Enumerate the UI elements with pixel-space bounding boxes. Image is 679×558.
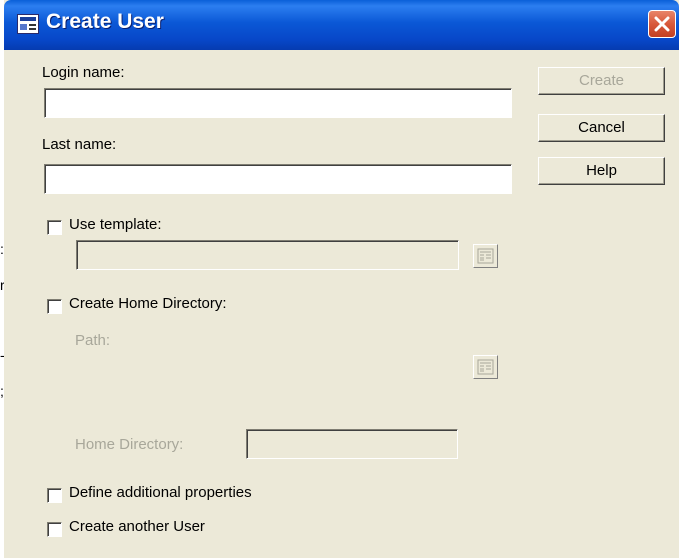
close-button[interactable] xyxy=(648,10,676,38)
define-additional-properties-label: Define additional properties xyxy=(69,484,252,501)
create-another-user-label: Create another User xyxy=(69,518,205,535)
home-directory-label: Home Directory: xyxy=(75,436,184,453)
browse-icon xyxy=(477,248,494,264)
use-template-checkbox[interactable] xyxy=(47,220,62,235)
create-home-directory-checkbox[interactable] xyxy=(47,299,62,314)
window-title: Create User xyxy=(46,10,164,33)
path-browse-button[interactable] xyxy=(473,355,498,379)
create-another-user-checkbox[interactable] xyxy=(47,522,62,537)
login-name-label: Login name: xyxy=(42,64,125,81)
cancel-button[interactable]: Cancel xyxy=(538,114,665,142)
create-home-directory-label: Create Home Directory: xyxy=(69,295,227,312)
path-label: Path: xyxy=(75,332,111,349)
close-icon xyxy=(654,16,670,32)
last-name-label: Last name: xyxy=(42,136,117,153)
dialog-window-icon xyxy=(17,14,39,34)
template-input[interactable] xyxy=(76,240,459,270)
last-name-input[interactable] xyxy=(44,164,512,194)
template-browse-button[interactable] xyxy=(473,244,498,268)
create-button[interactable]: Create xyxy=(538,67,665,95)
create-user-dialog: Create User Login name: Last name: Creat… xyxy=(4,0,679,558)
use-template-label: Use template: xyxy=(69,216,162,233)
home-directory-input[interactable] xyxy=(246,429,458,459)
help-button[interactable]: Help xyxy=(538,157,665,185)
define-additional-properties-checkbox[interactable] xyxy=(47,488,62,503)
title-bar[interactable]: Create User xyxy=(4,0,679,50)
login-name-input[interactable] xyxy=(44,88,512,118)
browse-icon xyxy=(477,359,494,375)
